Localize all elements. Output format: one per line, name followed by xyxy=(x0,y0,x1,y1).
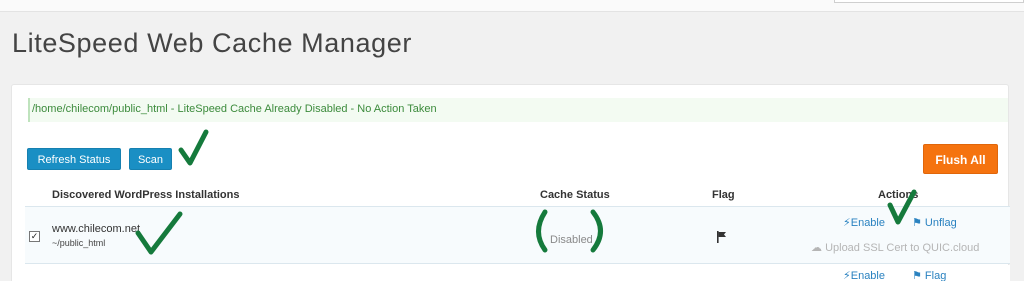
flag-action[interactable]: ⚑ Flag xyxy=(912,269,946,281)
bolt-icon: ⚡ xyxy=(843,217,851,229)
main-panel: /home/chilecom/public_html - LiteSpeed C… xyxy=(11,84,1010,281)
flag-icon: ⚑ xyxy=(912,217,925,229)
unflag-action[interactable]: ⚑ Unflag xyxy=(912,216,957,229)
install-domain: www.chilecom.net xyxy=(52,223,141,235)
upload-ssl-action[interactable]: ☁ Upload SSL Cert to QUIC.cloud xyxy=(811,241,979,254)
top-search-field[interactable] xyxy=(834,0,1024,3)
column-header-cache-status: Cache Status xyxy=(540,189,610,201)
cloud-upload-icon: ☁ xyxy=(811,242,826,254)
column-header-installations: Discovered WordPress Installations xyxy=(52,189,240,201)
flag-icon: ⚑ xyxy=(912,270,925,281)
install-path: ~/public_html xyxy=(52,238,106,248)
table-row: ⚡Enable ⚑ Flag xyxy=(25,265,1010,281)
scan-button[interactable]: Scan xyxy=(129,148,172,170)
column-header-flag: Flag xyxy=(712,189,735,201)
column-header-actions: Actions xyxy=(878,189,919,201)
cache-status-label: Disabled xyxy=(550,234,593,246)
table-row: ✓ www.chilecom.net ~/public_html Disable… xyxy=(25,206,1010,264)
enable-action[interactable]: ⚡Enable xyxy=(843,216,885,229)
page-title: LiteSpeed Web Cache Manager xyxy=(12,28,412,58)
row-checkbox[interactable]: ✓ xyxy=(29,231,40,242)
flush-all-button[interactable]: Flush All xyxy=(923,144,998,174)
bolt-icon: ⚡ xyxy=(843,270,851,281)
enable-action[interactable]: ⚡Enable xyxy=(843,269,885,281)
top-bar xyxy=(0,0,1024,12)
flag-icon[interactable] xyxy=(717,231,727,243)
status-notice: /home/chilecom/public_html - LiteSpeed C… xyxy=(28,98,1008,122)
refresh-status-button[interactable]: Refresh Status xyxy=(27,148,121,170)
